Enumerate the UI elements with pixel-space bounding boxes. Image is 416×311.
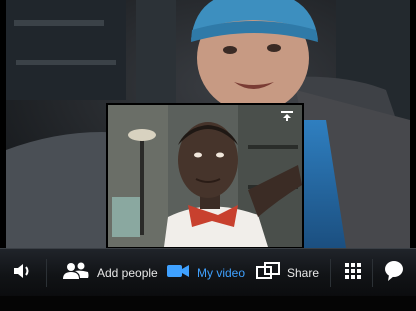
apps-grid-icon: [344, 262, 362, 285]
toolbar-divider: [46, 259, 47, 287]
share-button[interactable]: Share: [256, 249, 319, 297]
toolbar-divider: [372, 259, 373, 287]
my-video-button[interactable]: My video: [166, 249, 245, 297]
people-icon: [62, 261, 90, 286]
local-participant-video: [108, 105, 302, 247]
drag-handle-icon[interactable]: [278, 109, 296, 123]
volume-button[interactable]: [12, 249, 34, 297]
camera-icon: [166, 262, 190, 285]
toolbar-divider: [330, 259, 331, 287]
window-bottom-edge: [0, 296, 416, 311]
call-toolbar: Add people My video Share: [0, 248, 416, 297]
add-people-label: Add people: [97, 266, 158, 280]
hangout-window: Add people My video Share: [0, 0, 416, 311]
self-view-video[interactable]: [106, 103, 304, 249]
share-label: Share: [287, 266, 320, 280]
my-video-label: My video: [197, 266, 246, 280]
speaker-icon: [12, 262, 34, 285]
apps-button[interactable]: [344, 249, 362, 297]
chat-bubble-icon: [384, 260, 404, 287]
share-screen-icon: [256, 261, 280, 285]
chat-button[interactable]: [384, 249, 404, 297]
add-people-button[interactable]: Add people: [62, 249, 158, 297]
